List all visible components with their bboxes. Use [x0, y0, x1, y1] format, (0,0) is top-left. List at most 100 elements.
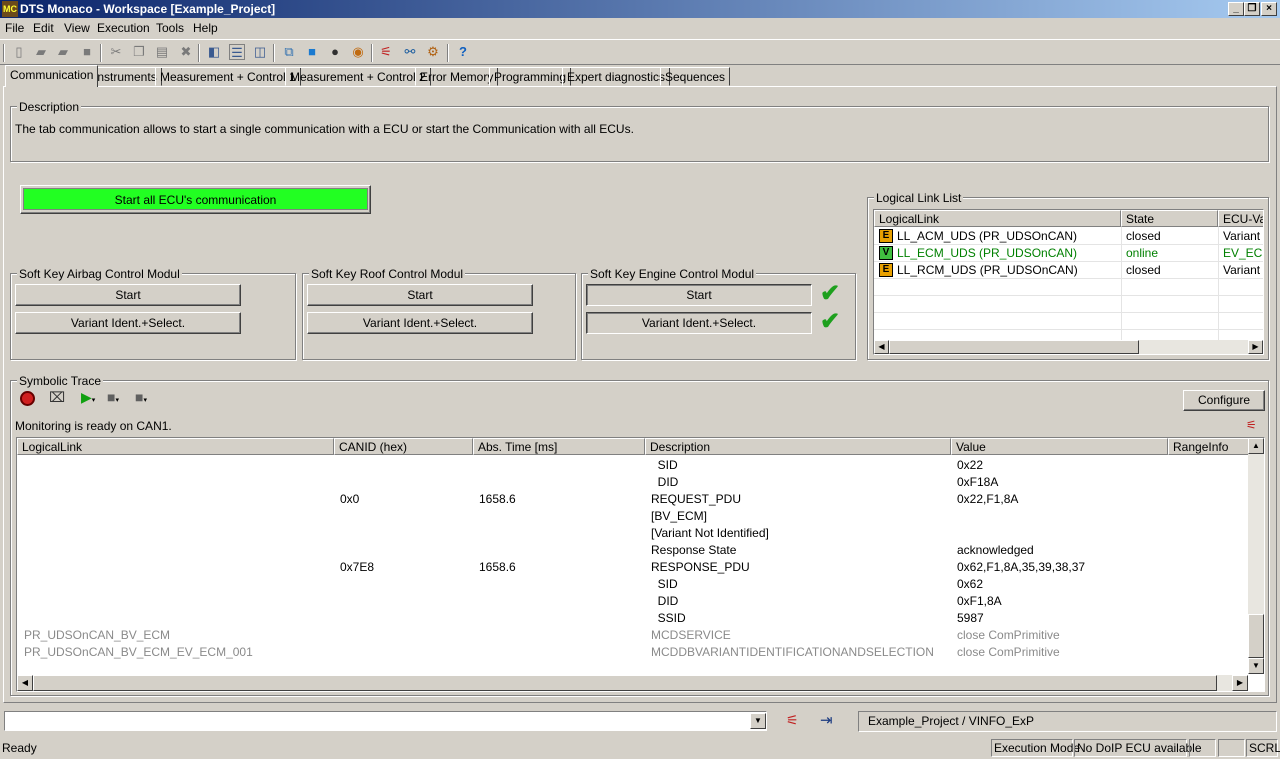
menu-tools[interactable]: Tools	[156, 21, 184, 35]
trace-header-canid[interactable]: CANID (hex)	[334, 438, 473, 455]
tab-instruments[interactable]: Instruments	[89, 67, 162, 86]
command-input[interactable]: ▼	[4, 711, 767, 731]
menu-file[interactable]: File	[5, 21, 24, 35]
scroll-right-icon[interactable]: ▶	[1232, 675, 1248, 691]
tab-error-memory[interactable]: Error Memory	[415, 67, 499, 86]
table-row[interactable]: Response State acknowledged	[17, 542, 1248, 559]
table-row[interactable]: SID 0x22	[17, 457, 1248, 474]
scroll-left-icon[interactable]: ◀	[874, 340, 889, 354]
open-file-icon[interactable]: ▰	[33, 44, 49, 60]
engine-variant-button[interactable]: Variant Ident.+Select.	[586, 312, 812, 334]
copy-icon[interactable]: ❐	[131, 44, 147, 60]
llist-header-state[interactable]: State	[1121, 210, 1218, 227]
trace-vscroll-thumb[interactable]	[1248, 614, 1264, 658]
table-row[interactable]: E LL_RCM_UDS (PR_UDSOnCAN) closed Varian…	[874, 262, 1263, 278]
trace-header-description[interactable]: Description	[645, 438, 951, 455]
save-icon[interactable]: ■	[79, 44, 95, 60]
trace-hscrollbar[interactable]: ◀ ▶	[17, 675, 1248, 691]
airbag-start-button[interactable]: Start	[15, 284, 241, 306]
roof-start-button[interactable]: Start	[307, 284, 533, 306]
enter-command-icon[interactable]: ⇥	[820, 711, 833, 729]
disconnect-icon[interactable]: ⚟	[786, 712, 799, 729]
description-text: The tab communication allows to start a …	[15, 122, 634, 136]
menu-execution[interactable]: Execution	[97, 21, 150, 35]
ecu-settings-icon[interactable]: ⚙	[425, 44, 441, 60]
tab-programming[interactable]: Programming	[489, 67, 572, 86]
minimize-button[interactable]: _	[1228, 2, 1244, 16]
layout-left-icon[interactable]: ◧	[206, 44, 222, 60]
trace-header-rangeinfo[interactable]: RangeInfo	[1168, 438, 1250, 455]
tab-expert-diagnostics[interactable]: Expert diagnostics	[562, 67, 671, 86]
start-all-ecu-button[interactable]: Start all ECU's communication	[20, 185, 371, 214]
trace-header-value[interactable]: Value	[951, 438, 1168, 455]
table-row[interactable]: E LL_ACM_UDS (PR_UDSOnCAN) closed Varian…	[874, 228, 1263, 244]
record-icon[interactable]: ●	[327, 44, 343, 60]
table-row[interactable]: SSID 5987	[17, 610, 1248, 627]
scroll-up-icon[interactable]: ▲	[1248, 438, 1264, 454]
trace-vscrollbar[interactable]: ▲ ▼	[1248, 438, 1264, 674]
trace-cell-link: PR_UDSOnCAN_BV_ECM	[24, 628, 171, 642]
engine-variant-check-icon: ✔	[820, 308, 841, 335]
ecu-icon[interactable]: ■	[304, 44, 320, 60]
table-row[interactable]: SID 0x62	[17, 576, 1248, 593]
llist-cell-state: online	[1126, 246, 1159, 260]
trace-cell-canid: 0x0	[340, 492, 360, 506]
toolbar-grip	[3, 44, 5, 62]
table-row[interactable]: DID 0xF1,8A	[17, 593, 1248, 610]
scroll-left-icon[interactable]: ◀	[17, 675, 33, 691]
llist-hscrollbar[interactable]: ◀ ▶	[874, 340, 1263, 354]
scroll-down-icon[interactable]: ▼	[1248, 658, 1264, 674]
filter-trace-icon[interactable]: ■▾	[107, 390, 119, 408]
new-file-icon[interactable]: ▯	[11, 44, 27, 60]
llist-header-logicallink[interactable]: LogicalLink	[874, 210, 1121, 227]
stop-trace-icon[interactable]	[20, 391, 35, 406]
scroll-right-icon[interactable]: ▶	[1248, 340, 1263, 354]
roof-variant-button[interactable]: Variant Ident.+Select.	[307, 312, 533, 334]
open-folder-icon[interactable]: ▰	[55, 44, 71, 60]
tab-measurement-control-1[interactable]: Measurement + Control 1	[155, 67, 301, 86]
table-row[interactable]: [BV_ECM]	[17, 508, 1248, 525]
play-trace-icon[interactable]: ▶▾	[81, 390, 95, 408]
table-row[interactable]: 0x7E8 1658.6 RESPONSE_PDU 0x62,F1,8A,35,39,…	[17, 559, 1248, 576]
close-button[interactable]: ×	[1261, 2, 1277, 16]
toolbar: ▯ ▰ ▰ ■ ✂ ❐ ▤ ✖ ◧ ☰ ◫ ⧉ ■ ● ◉ ⚟ ⚯ ⚙ ?	[0, 39, 1280, 65]
trace-cell-description: Response State	[651, 543, 737, 557]
menu-view[interactable]: View	[64, 21, 90, 35]
engine-start-button[interactable]: Start	[586, 284, 812, 306]
llist-header-ecu-variant[interactable]: ECU-Va	[1218, 210, 1263, 227]
trace-cell-description: [Variant Not Identified]	[651, 526, 769, 540]
table-row[interactable]: PR_UDSOnCAN_BV_ECM MCDSERVICE close ComPri…	[17, 627, 1248, 644]
trace-hscroll-thumb[interactable]	[33, 675, 1217, 691]
delete-icon[interactable]: ✖	[178, 44, 194, 60]
tab-communication[interactable]: Communication	[5, 65, 99, 87]
tab-measurement-control-2[interactable]: Measurement + Control 2	[285, 67, 431, 86]
table-row[interactable]: V LL_ECM_UDS (PR_UDSOnCAN) online EV_ECM	[874, 245, 1263, 261]
layout-top-icon[interactable]: ☰	[229, 44, 245, 60]
soft-key-roof-group: Soft Key Roof Control Modul Start Varian…	[302, 267, 576, 360]
llist-hscroll-thumb[interactable]	[889, 340, 1139, 354]
table-row[interactable]: PR_UDSOnCAN_BV_ECM_EV_ECM_001 MCDDBVARIAN…	[17, 644, 1248, 661]
table-row[interactable]: DID 0xF18A	[17, 474, 1248, 491]
configure-button[interactable]: Configure	[1183, 390, 1265, 411]
plug-icon[interactable]: ⚟	[378, 44, 394, 60]
export-trace-icon[interactable]: ■▾	[135, 390, 147, 408]
layout-split-icon[interactable]: ◫	[252, 44, 268, 60]
network-icon[interactable]: ⧉	[281, 44, 297, 60]
trace-header-logicallink[interactable]: LogicalLink	[17, 438, 334, 455]
command-dropdown-arrow-icon[interactable]: ▼	[750, 713, 766, 729]
trace-header-abs-time[interactable]: Abs. Time [ms]	[473, 438, 645, 455]
restore-button[interactable]: ❐	[1244, 2, 1260, 16]
airbag-variant-button[interactable]: Variant Ident.+Select.	[15, 312, 241, 334]
cut-icon[interactable]: ✂	[108, 44, 124, 60]
network-tree-icon[interactable]: ⚯	[402, 44, 418, 60]
menu-edit[interactable]: Edit	[33, 21, 54, 35]
paste-icon[interactable]: ▤	[154, 44, 170, 60]
tab-sequences[interactable]: Sequences	[660, 67, 731, 86]
table-row[interactable]: 0x0 1658.6 REQUEST_PDU 0x22,F1,8A	[17, 491, 1248, 508]
clear-trace-icon[interactable]: ⌧	[49, 390, 65, 405]
connect-plug-icon[interactable]: ⚟	[1246, 418, 1257, 432]
monitor-icon[interactable]: ◉	[350, 44, 366, 60]
help-icon[interactable]: ?	[455, 44, 471, 60]
menu-help[interactable]: Help	[193, 21, 218, 35]
table-row[interactable]: [Variant Not Identified]	[17, 525, 1248, 542]
